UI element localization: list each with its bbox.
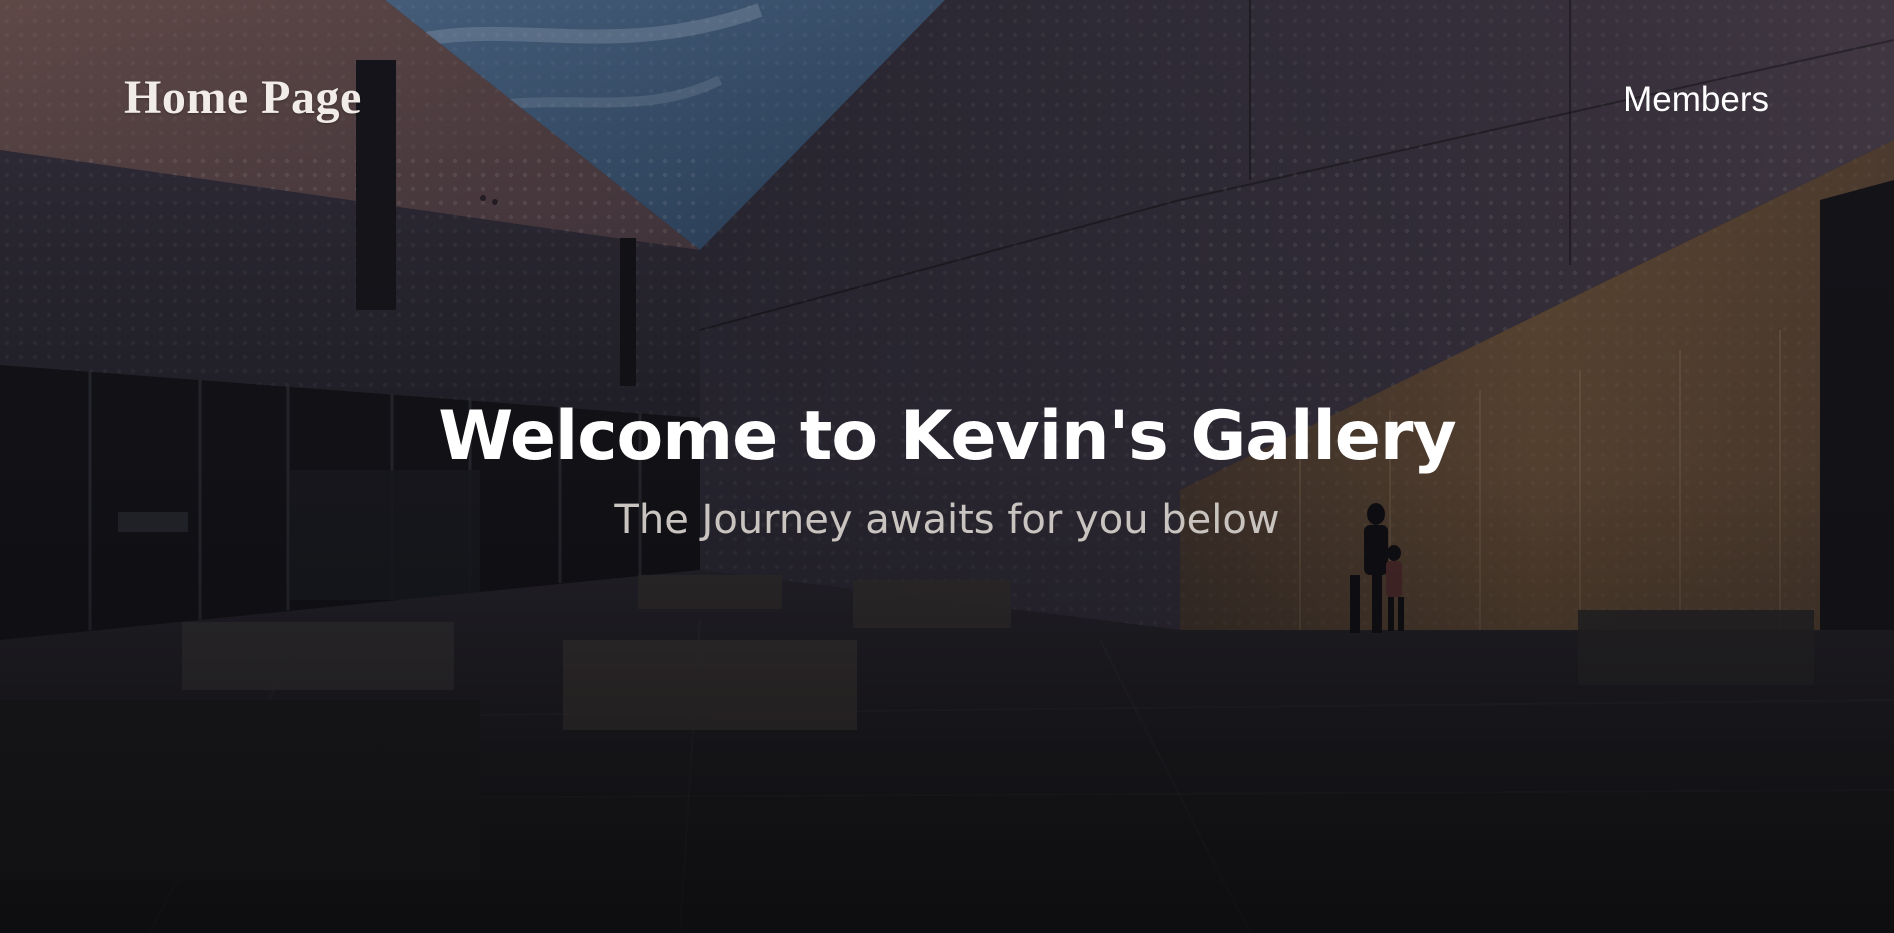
hero-section: Home Page Members Welcome to Kevin's Gal… bbox=[0, 0, 1894, 933]
top-navigation: Home Page Members bbox=[0, 0, 1894, 200]
hero-subtitle: The Journey awaits for you below bbox=[614, 497, 1280, 543]
hero-text: Welcome to Kevin's Gallery The Journey a… bbox=[0, 392, 1894, 550]
hero-title: Welcome to Kevin's Gallery bbox=[438, 397, 1457, 476]
members-link[interactable]: Members bbox=[1623, 80, 1769, 120]
home-page-link[interactable]: Home Page bbox=[124, 70, 362, 125]
